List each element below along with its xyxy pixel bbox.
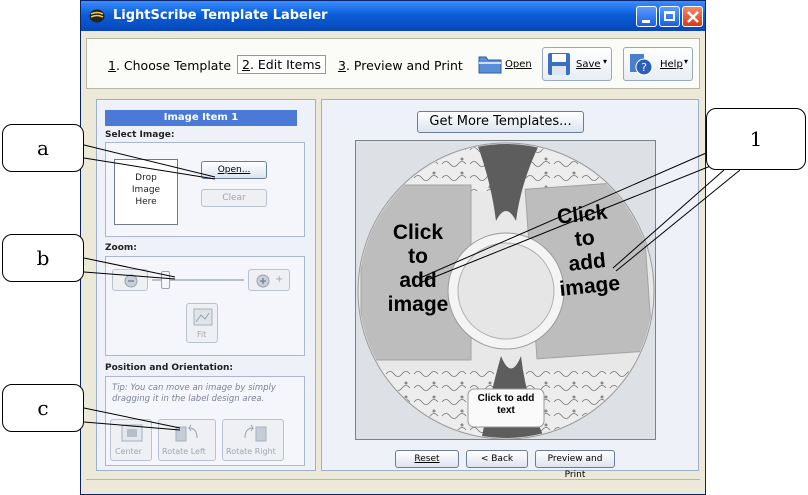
annotation-a: a: [2, 124, 84, 172]
annotation-1: 1: [706, 108, 806, 170]
annotation-c: c: [2, 384, 84, 432]
annotation-b: b: [2, 234, 84, 282]
annotation-lines: [83, 144, 741, 431]
